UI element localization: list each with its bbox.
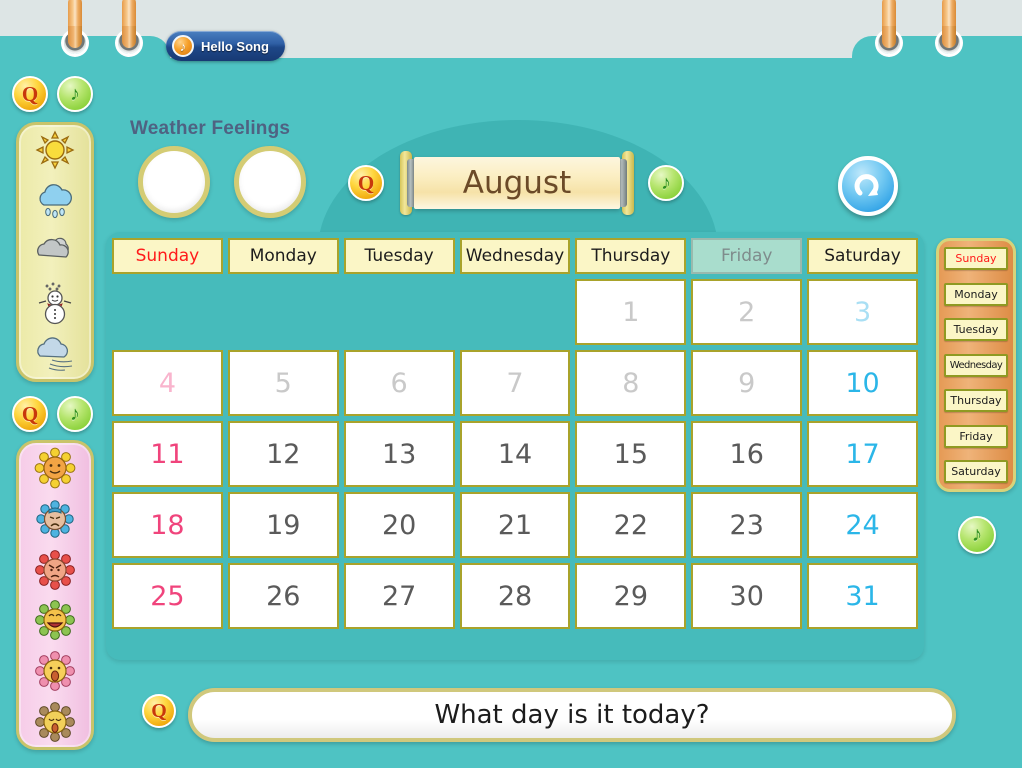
calendar-grid: Sunday Monday Tuesday Wednesday Thursday…	[112, 238, 918, 629]
flower-excited-icon[interactable]	[32, 597, 78, 643]
calendar-header-wednesday[interactable]: Wednesday	[459, 238, 571, 274]
music-note-icon: ♪	[172, 35, 194, 57]
day-chip-thursday[interactable]: Thursday	[944, 389, 1008, 412]
calendar-day-cell[interactable]: 8	[575, 350, 687, 416]
calendar-day-cell[interactable]: 11	[112, 421, 223, 487]
sun-icon[interactable]	[29, 128, 81, 172]
calendar-day-cell[interactable]: 13	[343, 421, 455, 487]
weather-sidebar[interactable]	[16, 122, 94, 382]
weather-question-button[interactable]: Q	[12, 76, 48, 112]
day-chip-wednesday[interactable]: Wednesday	[944, 353, 1008, 377]
calendar-blank-cell	[344, 279, 455, 345]
refresh-button[interactable]	[838, 156, 898, 216]
calendar-day-cell[interactable]: 31	[807, 563, 918, 629]
calendar-header-thursday[interactable]: Thursday	[575, 238, 687, 274]
calendar-day-cell[interactable]: 6	[343, 350, 455, 416]
snowman-icon[interactable]	[29, 281, 81, 325]
calendar-day-cell[interactable]: 15	[575, 421, 687, 487]
calendar-day-cell[interactable]: 2	[691, 279, 803, 345]
calendar-day-cell[interactable]: 22	[575, 492, 687, 558]
feelings-question-button[interactable]: Q	[12, 396, 48, 432]
month-question-button[interactable]: Q	[348, 165, 384, 201]
calendar-blank-cell	[112, 279, 223, 345]
flower-sad-icon[interactable]	[32, 496, 78, 542]
music-note-icon: ♪	[70, 402, 80, 425]
feelings-slot[interactable]	[234, 146, 306, 218]
calendar-day-cell[interactable]: 16	[691, 421, 803, 487]
windy-cloud-icon[interactable]	[29, 332, 81, 376]
day-chip-saturday[interactable]: Saturday	[944, 460, 1008, 483]
binder-ring	[938, 0, 960, 58]
music-note-icon: ♪	[971, 523, 983, 546]
calendar-day-cell[interactable]: 24	[807, 492, 918, 558]
month-paper: August	[414, 157, 620, 209]
binder-strip	[0, 0, 1022, 60]
calendar-day-cell[interactable]: 7	[459, 350, 571, 416]
weather-feelings-label: Weather Feelings	[130, 118, 291, 139]
cloudy-icon[interactable]	[29, 230, 81, 274]
calendar-blank-cell	[228, 279, 339, 345]
flower-sleepy-icon[interactable]	[32, 699, 78, 745]
month-banner[interactable]: August	[400, 151, 634, 215]
feelings-music-button[interactable]: ♪	[57, 396, 93, 432]
day-list-panel: Sunday Monday Tuesday Wednesday Thursday…	[936, 238, 1016, 492]
calendar-day-cell[interactable]: 1	[575, 279, 687, 345]
flower-happy-icon[interactable]	[32, 445, 78, 491]
music-note-icon: ♪	[70, 82, 80, 105]
calendar-day-cell[interactable]: 17	[807, 421, 918, 487]
calendar-day-cell[interactable]: 28	[459, 563, 571, 629]
month-name: August	[462, 165, 572, 201]
month-music-button[interactable]: ♪	[648, 165, 684, 201]
q-icon: Q	[21, 401, 39, 426]
calendar-day-cell[interactable]: 23	[691, 492, 803, 558]
day-chip-tuesday[interactable]: Tuesday	[944, 318, 1008, 341]
calendar-day-cell[interactable]: 19	[227, 492, 339, 558]
day-chip-sunday[interactable]: Sunday	[944, 247, 1008, 270]
binder-ring	[878, 0, 900, 58]
rain-cloud-icon[interactable]	[29, 179, 81, 223]
calendar-day-cell[interactable]: 26	[227, 563, 339, 629]
tab-hello-song-label: Hello Song	[201, 38, 269, 54]
calendar-day-cell[interactable]: 20	[343, 492, 455, 558]
question-text: What day is it today?	[434, 700, 710, 730]
flower-surprised-icon[interactable]	[32, 648, 78, 694]
q-icon: Q	[21, 81, 39, 106]
music-note-icon: ♪	[661, 171, 671, 194]
calendar-day-cell[interactable]: 4	[112, 350, 223, 416]
binder-ring	[118, 0, 140, 58]
calendar-header-sunday[interactable]: Sunday	[112, 238, 223, 274]
calendar-day-cell[interactable]: 9	[691, 350, 803, 416]
calendar-blank-cell	[460, 279, 571, 345]
weather-slot[interactable]	[138, 146, 210, 218]
calendar-day-cell[interactable]: 5	[227, 350, 339, 416]
question-badge-icon[interactable]: Q	[142, 694, 176, 728]
calendar-day-cell[interactable]: 3	[807, 279, 918, 345]
tab-hello-song[interactable]: ♪ Hello Song	[166, 31, 285, 61]
binder-ring	[64, 0, 86, 58]
flower-angry-icon[interactable]	[32, 547, 78, 593]
q-icon: Q	[357, 170, 375, 195]
calendar-day-cell[interactable]: 30	[691, 563, 803, 629]
calendar-header-friday[interactable]: Friday	[691, 238, 803, 274]
calendar-header-tuesday[interactable]: Tuesday	[343, 238, 455, 274]
calendar-day-cell[interactable]: 21	[459, 492, 571, 558]
day-list-music-button[interactable]: ♪	[958, 516, 996, 554]
calendar-header-saturday[interactable]: Saturday	[807, 238, 918, 274]
calendar-day-cell[interactable]: 18	[112, 492, 223, 558]
calendar-day-cell[interactable]: 12	[227, 421, 339, 487]
day-chip-friday[interactable]: Friday	[944, 424, 1008, 448]
calendar-day-cell[interactable]: 27	[343, 563, 455, 629]
feelings-sidebar[interactable]	[16, 440, 94, 750]
day-chip-monday[interactable]: Monday	[944, 282, 1008, 306]
question-bar[interactable]: What day is it today?	[188, 688, 956, 742]
weather-music-button[interactable]: ♪	[57, 76, 93, 112]
calendar-day-cell[interactable]: 29	[575, 563, 687, 629]
calendar-day-cell[interactable]: 25	[112, 563, 223, 629]
calendar-day-cell[interactable]: 10	[807, 350, 918, 416]
q-icon: Q	[151, 699, 167, 722]
calendar-panel: Sunday Monday Tuesday Wednesday Thursday…	[106, 232, 924, 660]
refresh-icon	[854, 174, 879, 196]
calendar-day-cell[interactable]: 14	[459, 421, 571, 487]
calendar-header-monday[interactable]: Monday	[227, 238, 339, 274]
